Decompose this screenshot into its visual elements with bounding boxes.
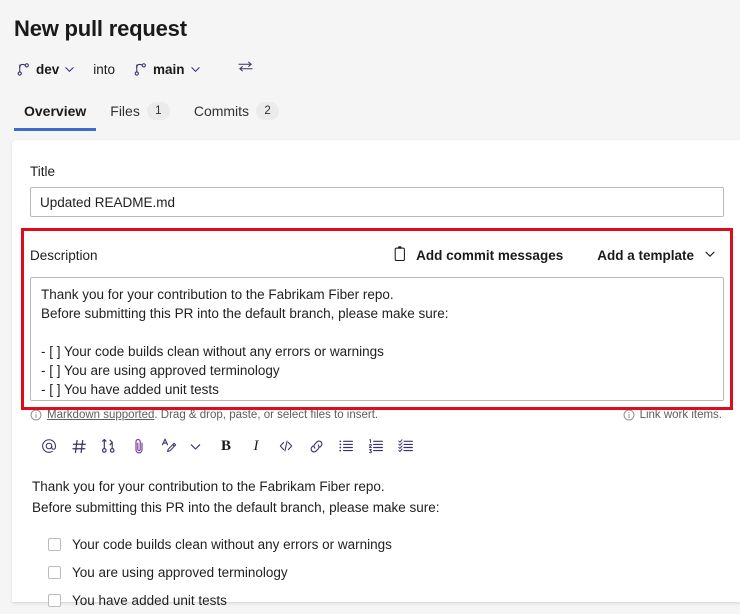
add-commit-messages-button[interactable]: Add commit messages <box>386 242 569 268</box>
add-template-label: Add a template <box>597 247 694 263</box>
bold-icon[interactable]: B <box>211 432 241 460</box>
tab-files-label: Files <box>110 103 140 119</box>
swap-branches-icon <box>237 59 254 79</box>
link-pull-request-icon[interactable] <box>94 432 124 460</box>
chevron-down-icon <box>190 64 201 75</box>
chevron-down-icon <box>704 248 716 263</box>
list-item[interactable]: You are using approved terminology <box>32 558 722 586</box>
mention-icon[interactable] <box>34 432 64 460</box>
description-textarea[interactable]: Thank you for your contribution to the F… <box>30 277 724 401</box>
preview-paragraph-line: Thank you for your contribution to the F… <box>32 479 385 494</box>
code-icon[interactable] <box>271 432 301 460</box>
format-toolbar: B I <box>30 430 722 462</box>
tab-overview-label: Overview <box>24 103 87 119</box>
description-label: Description <box>30 247 98 263</box>
target-branch-name: main <box>153 61 185 77</box>
tab-files-badge: 1 <box>146 102 170 120</box>
pull-request-form-card: Title Description Add commit messages Ad… <box>12 140 740 608</box>
tab-bar: Overview Files 1 Commits 2 <box>14 99 740 131</box>
branch-icon <box>133 62 148 77</box>
task-checkbox[interactable] <box>48 537 61 551</box>
markdown-helper-text: . Drag & drop, paste, or select files to… <box>154 409 379 421</box>
description-preview: Thank you for your contribution to the F… <box>30 476 722 614</box>
italic-icon[interactable]: I <box>241 432 271 460</box>
clipboard-icon <box>392 245 408 265</box>
list-item[interactable]: Your code builds clean without any error… <box>32 530 722 558</box>
list-item[interactable]: You have added unit tests <box>32 586 722 614</box>
into-label: into <box>93 61 116 77</box>
highlight-icon[interactable] <box>154 432 184 460</box>
description-header: Description Add commit messages Add a te… <box>30 240 722 270</box>
link-work-items-label: Link work items. <box>639 409 722 421</box>
task-list-icon[interactable] <box>391 432 421 460</box>
task-label: You have added unit tests <box>72 592 227 608</box>
tab-commits-badge: 2 <box>256 102 280 120</box>
chevron-down-icon <box>64 64 75 75</box>
swap-branches-button[interactable] <box>237 59 254 79</box>
tab-commits-label: Commits <box>193 103 250 119</box>
hash-tag-icon[interactable] <box>64 432 94 460</box>
preview-task-list: Your code builds clean without any error… <box>32 530 722 614</box>
tab-overview[interactable]: Overview <box>14 99 97 131</box>
info-icon <box>623 409 635 421</box>
add-template-button[interactable]: Add a template <box>591 245 722 266</box>
target-branch-picker[interactable]: main <box>131 60 203 79</box>
tab-commits[interactable]: Commits 2 <box>184 99 289 131</box>
info-icon <box>30 409 42 421</box>
preview-paragraph-line: Before submitting this PR into the defau… <box>32 500 440 515</box>
link-work-items-button[interactable]: Link work items. <box>623 409 722 421</box>
hyperlink-icon[interactable] <box>301 432 331 460</box>
task-label: You are using approved terminology <box>72 564 288 580</box>
title-label: Title <box>30 164 56 179</box>
title-input[interactable] <box>30 187 724 217</box>
chevron-down-icon[interactable] <box>184 432 206 460</box>
source-branch-picker[interactable]: dev <box>14 60 77 79</box>
branch-selection-row: dev into main <box>14 57 740 81</box>
source-branch-name: dev <box>36 61 60 77</box>
add-commit-messages-label: Add commit messages <box>416 247 564 263</box>
branch-icon <box>16 62 31 77</box>
description-actions: Add commit messages Add a template <box>386 242 722 268</box>
attachment-icon[interactable] <box>124 432 154 460</box>
editor-helper-row: Markdown supported . Drag & drop, paste,… <box>30 406 722 424</box>
task-checkbox[interactable] <box>48 593 61 607</box>
task-label: Your code builds clean without any error… <box>72 536 392 552</box>
page-title: New pull request <box>14 16 187 41</box>
tab-files[interactable]: Files 1 <box>100 99 180 131</box>
markdown-supported-link[interactable]: Markdown supported <box>47 409 154 421</box>
bulleted-list-icon[interactable] <box>331 432 361 460</box>
numbered-list-icon[interactable] <box>361 432 391 460</box>
task-checkbox[interactable] <box>48 565 61 579</box>
page-header: New pull request dev into main Overview … <box>0 0 740 131</box>
